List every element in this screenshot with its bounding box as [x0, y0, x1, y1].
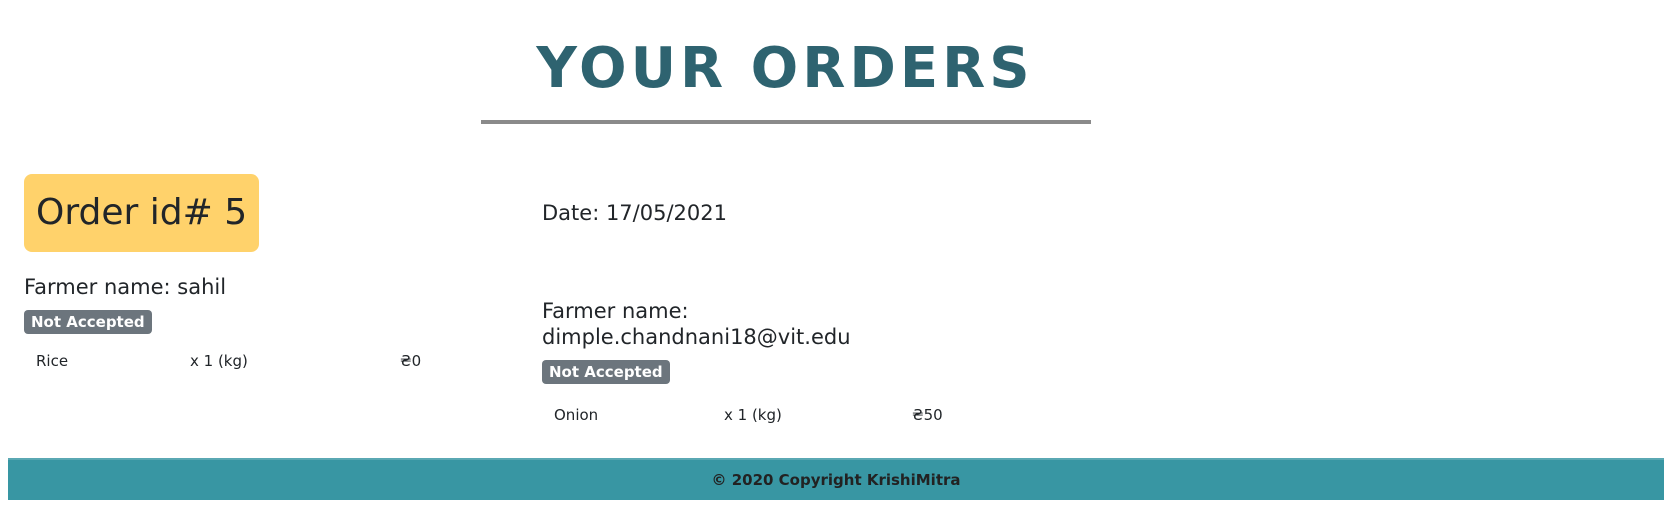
status-badge: Not Accepted	[24, 310, 152, 334]
farmer-name: Farmer name: sahil	[24, 275, 227, 299]
item-price: ₴50	[912, 406, 943, 424]
item-name: Onion	[554, 406, 599, 424]
farmer-name-value: dimple.chandnani18@vit.edu	[542, 325, 851, 349]
item-quantity: x 1 (kg)	[724, 406, 782, 424]
order-item-row: Onion x 1 (kg) ₴50	[542, 406, 1022, 424]
status-badge: Not Accepted	[542, 360, 670, 384]
footer: © 2020 Copyright KrishiMitra	[8, 458, 1664, 500]
item-name: Rice	[36, 352, 69, 370]
order-item-row: Rice x 1 (kg) ₴0	[24, 352, 504, 370]
order-card: Order id# 5 Farmer name: sahil Not Accep…	[24, 174, 504, 370]
item-price: ₴0	[400, 352, 422, 370]
page-title: YOUR ORDERS	[536, 36, 1034, 101]
farmer-name: Farmer name: dimple.chandnani18@vit.edu	[542, 298, 1022, 350]
farmer-name-label: Farmer name:	[542, 299, 689, 323]
title-divider	[481, 120, 1091, 124]
item-quantity: x 1 (kg)	[190, 352, 248, 370]
order-date: Date: 17/05/2021	[542, 201, 727, 225]
order-card: Date: 17/05/2021 Farmer name: dimple.cha…	[542, 174, 1022, 424]
order-id-badge: Order id# 5	[24, 174, 260, 252]
